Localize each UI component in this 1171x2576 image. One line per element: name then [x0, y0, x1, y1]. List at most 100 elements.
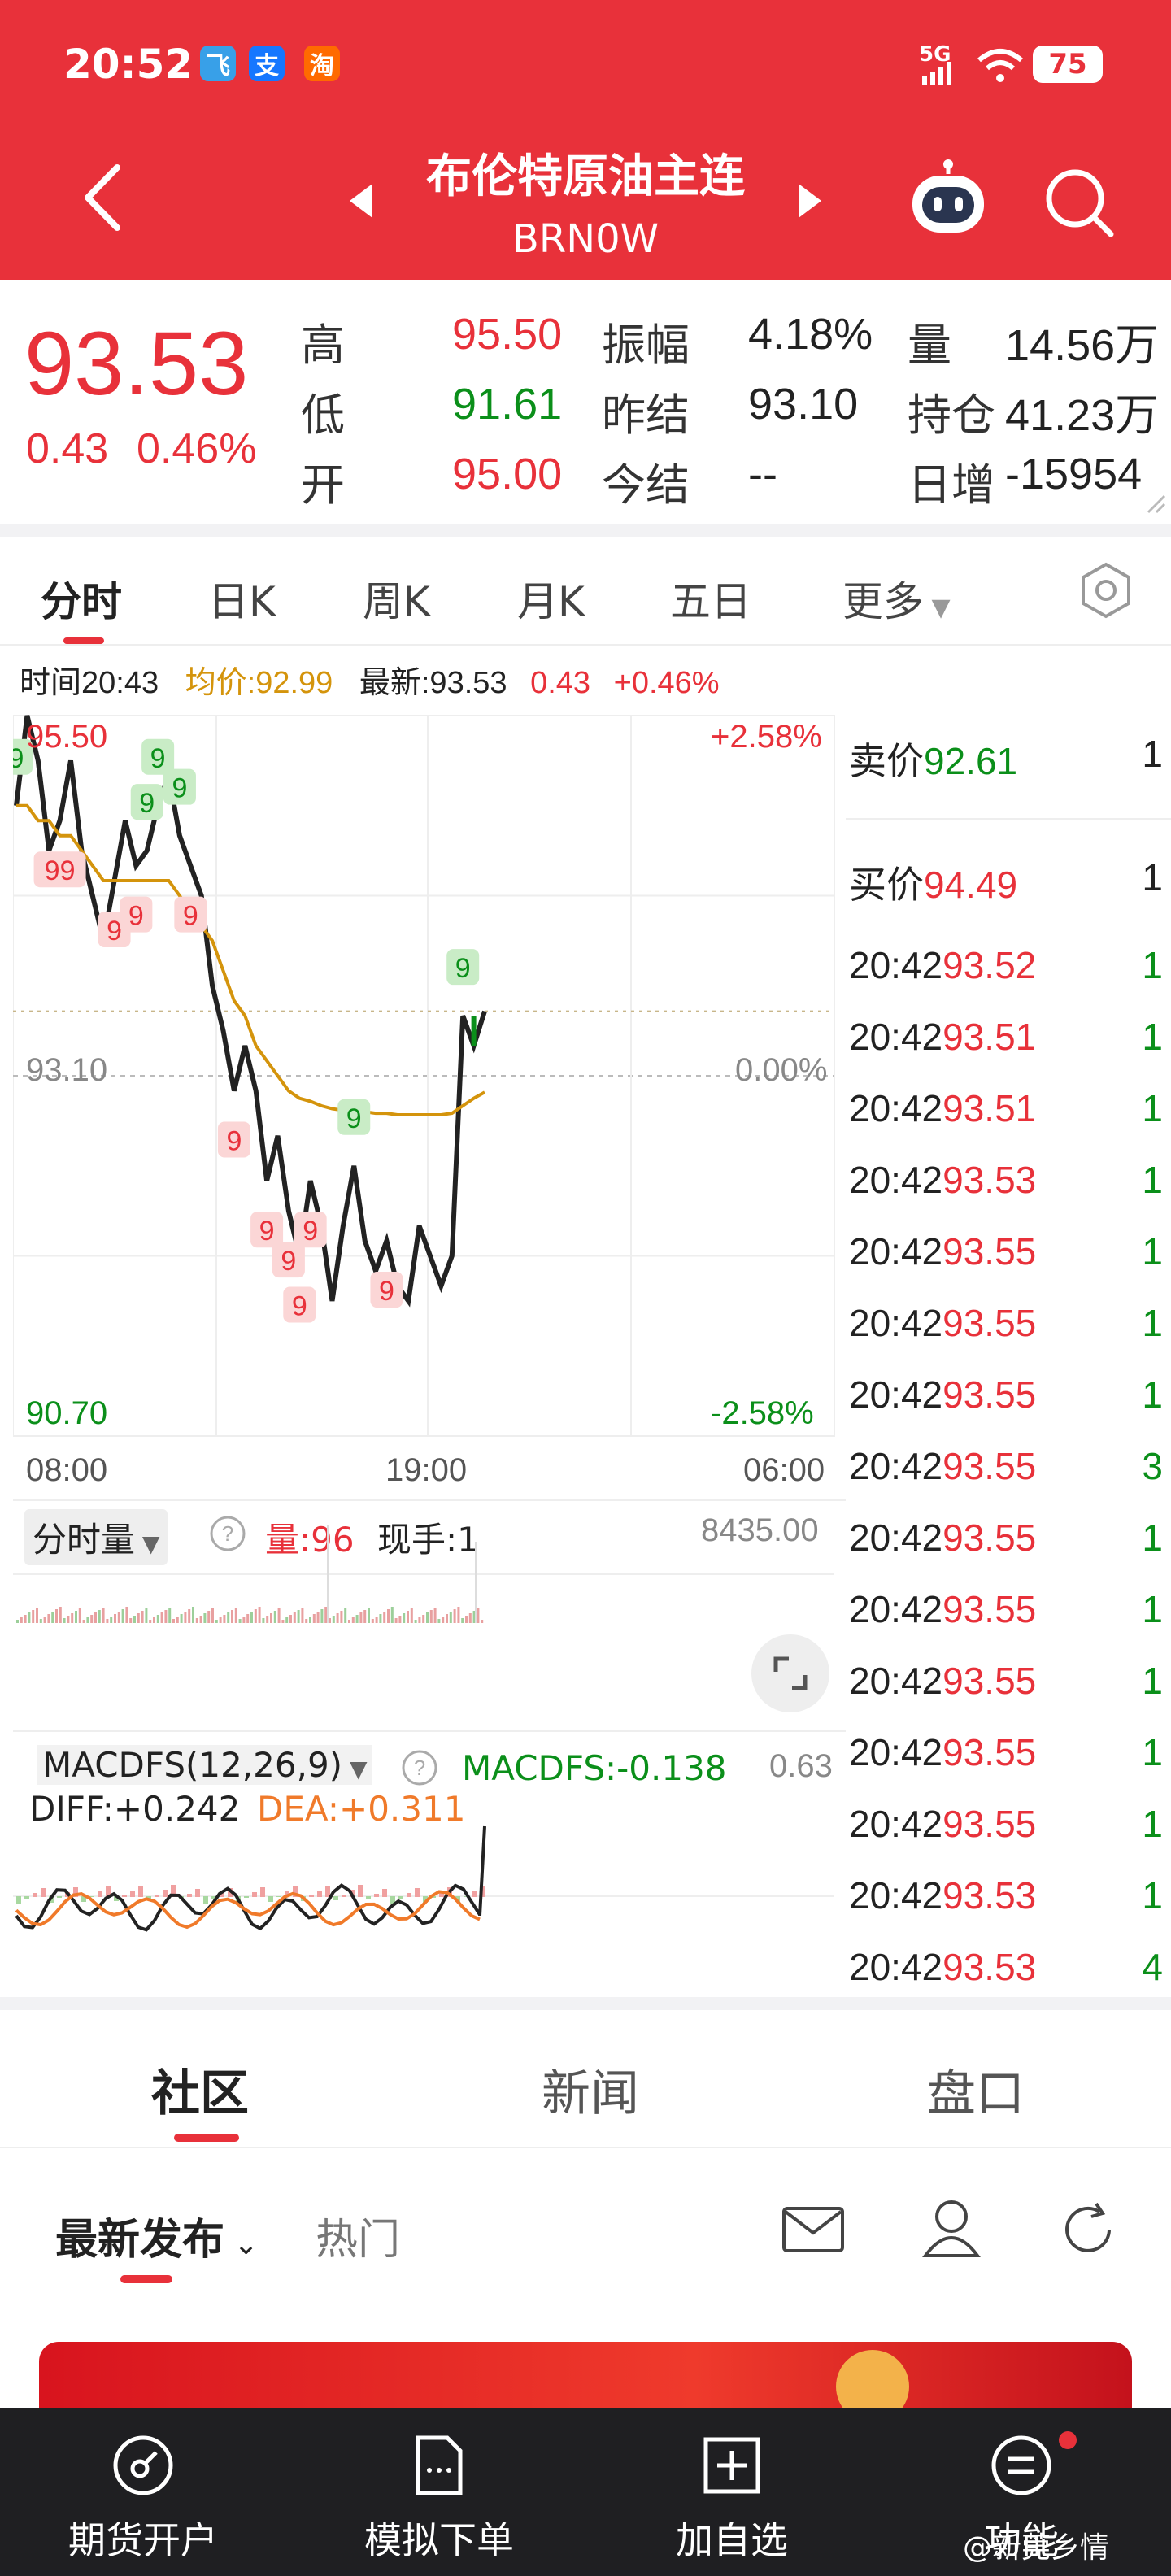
- nav-sim-order[interactable]: 模拟下单: [317, 2408, 561, 2576]
- signal-label: 99: [45, 855, 76, 886]
- trade-price: 93.53: [942, 1159, 1037, 1201]
- tab-order-book[interactable]: 盘口: [927, 2054, 1025, 2125]
- volume-bar: [207, 1611, 211, 1623]
- trade-list[interactable]: 20:4293.52 1 20:4293.51 1 20:4293.51 1 20:4293…: [846, 951, 1171, 1989]
- trade-time: 20:42: [849, 1445, 943, 1487]
- signal-label: 9: [259, 1216, 275, 1247]
- trade-price: 93.55: [942, 1731, 1037, 1773]
- buy-price: 94.49: [924, 864, 1018, 906]
- macd-bar: [195, 1889, 200, 1897]
- app-header: 20:52 飞 支 淘 5G 75 布伦特原油主连 BRN0W: [0, 0, 1171, 280]
- volume-bar: [403, 1613, 406, 1623]
- tab-intraday[interactable]: 分时: [41, 569, 122, 628]
- promo-banner[interactable]: [39, 2342, 1132, 2423]
- volume-bar: [28, 1612, 31, 1623]
- trade-volume: 1: [1142, 1660, 1163, 1702]
- mail-icon[interactable]: [781, 2200, 846, 2257]
- volume-bar: [355, 1615, 359, 1623]
- trade-time: 20:42: [849, 1731, 943, 1773]
- macd-bar: [41, 1888, 46, 1897]
- trade-price: 93.51: [942, 1087, 1037, 1129]
- volume-bar: [426, 1612, 429, 1623]
- tab-news[interactable]: 新闻: [542, 2054, 639, 2125]
- tab-monthly-k[interactable]: 月K: [517, 569, 585, 628]
- price-change: 0.43: [26, 425, 109, 472]
- signal-label: 9: [346, 1103, 362, 1134]
- volume-bar: [71, 1613, 74, 1623]
- chevron-down-icon: ⌄: [224, 2228, 259, 2261]
- macd-bar: [382, 1889, 387, 1897]
- pct-tick-mid: 0.00%: [735, 1052, 828, 1088]
- page-subtitle: BRN0W: [511, 216, 660, 262]
- signal-label: 9: [128, 901, 144, 932]
- sort-hot[interactable]: 热门: [316, 2205, 400, 2266]
- volume-bar: [106, 1619, 109, 1623]
- nav-open-account[interactable]: 期货开户: [21, 2408, 265, 2576]
- document-icon: [416, 2435, 463, 2496]
- volume-bar: [238, 1619, 242, 1623]
- quote-label: 低: [301, 391, 345, 440]
- volume-bar: [36, 1608, 38, 1623]
- active-tab-indicator: [120, 2275, 172, 2283]
- trade-volume: 1: [1142, 1230, 1163, 1273]
- trade-row: 20:4293.55 1: [849, 1659, 1171, 1730]
- tab-daily-k[interactable]: 日K: [208, 569, 276, 628]
- tab-more[interactable]: 更多 ▼: [842, 569, 951, 628]
- signal-label: 9: [107, 916, 122, 946]
- diff-line: [15, 1883, 481, 1932]
- tab-more-label: 更多: [842, 578, 924, 625]
- sort-latest[interactable]: 最新发布 ⌄: [55, 2205, 259, 2266]
- macd-selector[interactable]: MACDFS(12,26,9) ▼: [37, 1745, 372, 1785]
- macd-bar: [244, 1896, 249, 1898]
- user-icon[interactable]: [919, 2195, 984, 2261]
- robot-assistant-icon[interactable]: [908, 159, 989, 237]
- expand-corner-icon[interactable]: [1147, 494, 1166, 514]
- signal-badge: 9: [294, 1212, 327, 1248]
- signal-badge: 9: [283, 1286, 316, 1323]
- page-title: 布伦特原油主连: [426, 150, 745, 203]
- quote-label: 开: [301, 461, 345, 510]
- quote-label: 量: [908, 321, 951, 370]
- volume-bar: [394, 1618, 398, 1623]
- help-icon[interactable]: ?: [400, 1748, 439, 1787]
- macdfs-value: MACDFS:-0.138: [462, 1748, 727, 1788]
- nav-add-watchlist[interactable]: 加自选: [610, 2408, 854, 2576]
- intraday-chart[interactable]: 9 9 9 9 99 9 9 9 9 9 9 9 9 9 9 9 95.50 93.10 90.70 +2.5…: [13, 704, 846, 1989]
- volume-bar: [20, 1617, 23, 1623]
- volume-bar: [442, 1617, 445, 1623]
- quote-panel: 93.53 0.43 0.46% 高 95.50 振幅 4.18% 量 14.56万低 91…: [0, 280, 1171, 524]
- volume-bar: [446, 1614, 448, 1623]
- trade-time: 20:42: [849, 1373, 943, 1416]
- quote-value: 93.10: [748, 380, 859, 429]
- quote-value: 95.50: [452, 310, 563, 359]
- sell-volume: 1: [1142, 733, 1163, 775]
- trade-time: 20:42: [849, 1302, 943, 1344]
- chevron-down-icon: ▼: [924, 594, 951, 622]
- volume-bar: [203, 1613, 207, 1623]
- alipay-app-icon: 支: [249, 46, 285, 81]
- signal-label: 9: [183, 901, 198, 932]
- volume-bar: [305, 1619, 308, 1623]
- settings-icon[interactable]: [1077, 561, 1135, 620]
- volume-bar: [172, 1619, 175, 1623]
- macd-bar: [325, 1886, 330, 1897]
- search-icon[interactable]: [1043, 166, 1116, 239]
- volume-bar: [309, 1617, 311, 1623]
- volume-bar: [59, 1607, 62, 1623]
- diff-line-end: [478, 1825, 486, 1917]
- tab-five-day[interactable]: 五日: [670, 569, 751, 628]
- quote-label: 今结: [602, 461, 690, 510]
- fullscreen-button[interactable]: [751, 1634, 829, 1712]
- tab-community[interactable]: 社区: [151, 2054, 249, 2125]
- tab-weekly-k[interactable]: 周K: [363, 569, 430, 628]
- volume-bar: [344, 1608, 347, 1623]
- divider: [13, 1499, 846, 1501]
- volume-bar: [39, 1619, 42, 1623]
- divider: [0, 2147, 1171, 2148]
- volume-bar: [301, 1608, 304, 1623]
- volume-bar: [320, 1609, 324, 1623]
- trade-row: 20:4293.55 3: [849, 1444, 1171, 1516]
- refresh-icon[interactable]: [1056, 2197, 1121, 2262]
- macd-bar: [333, 1896, 338, 1900]
- volume-bar: [195, 1618, 198, 1623]
